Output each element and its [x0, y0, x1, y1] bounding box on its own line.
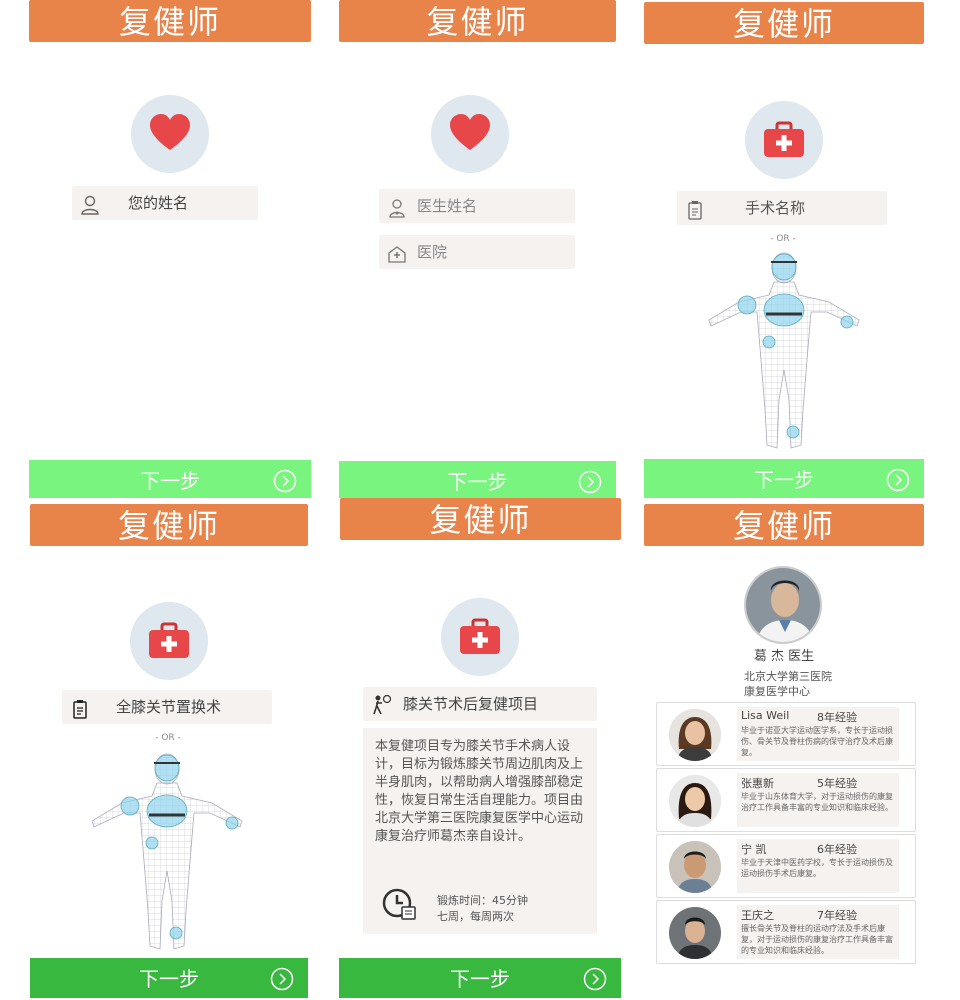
- hospital-icon: [387, 242, 407, 276]
- therapist-info: 张惠新 5年经验 毕业于山东体育大学，对于运动损伤的康复治疗工作具备丰富的专业知…: [737, 773, 899, 827]
- therapist-card[interactable]: 王庆之 7年经验 擅长骨关节及脊柱的运动疗法及手术后康复，对于运动损伤的康复治疗…: [656, 900, 916, 964]
- therapist-bio: 毕业于山东体育大学，对于运动损伤的康复治疗工作具备丰富的专业知识和临床经验。: [741, 792, 893, 812]
- therapist-card[interactable]: Lisa Weil 8年经验 毕业于诺亚大学运动医学系，专长于运动损伤、骨关节及…: [656, 702, 916, 766]
- exercise-schedule: 七周，每周两次: [437, 910, 514, 923]
- heart-icon: [150, 114, 190, 150]
- therapist-card[interactable]: 张惠新 5年经验 毕业于山东体育大学，对于运动损伤的康复治疗工作具备丰富的专业知…: [656, 768, 916, 832]
- medkit-circle: [745, 101, 823, 179]
- name-input[interactable]: 您的姓名: [128, 186, 188, 220]
- screen-doctor: 复健师 医生姓名 医院 下一步: [339, 0, 621, 498]
- main-doctor-department: 康复医学中心: [744, 685, 810, 698]
- therapist-bio: 毕业于诺亚大学运动医学系，专长于运动损伤、骨关节及脊柱伤病的保守治疗及术后康复。: [741, 726, 893, 757]
- surgery-field[interactable]: 全膝关节置换术: [62, 690, 272, 724]
- screen-surgery: 复健师 手术名称 - OR - 下一步: [643, 0, 925, 498]
- project-description-card: 本复健项目专为膝关节手术病人设计，目标为锻炼膝关节周边肌肉及上半身肌肉，以帮助病…: [363, 728, 597, 934]
- doctor-icon: [387, 196, 407, 230]
- clipboard-icon: [685, 198, 705, 232]
- surgery-field[interactable]: 手术名称: [677, 191, 887, 225]
- surgery-input[interactable]: 全膝关节置换术: [116, 690, 221, 724]
- screen-project: 复健师 膝关节术后复健项目 本复健项目专为膝关节手术病人设计，目标为锻炼膝关节周…: [339, 498, 621, 1000]
- medkit-circle: [441, 598, 519, 676]
- next-label: 下一步: [139, 967, 199, 991]
- main-doctor-name: 葛 杰 医生: [753, 649, 815, 664]
- next-label: 下一步: [447, 470, 508, 494]
- heart-circle: [131, 95, 209, 173]
- therapist-info: 宁 凯 6年经验 毕业于天津中医药学校，专长于运动损伤及运动损伤手术后康复。: [737, 839, 899, 893]
- therapist-info: Lisa Weil 8年经验 毕业于诺亚大学运动医学系，专长于运动损伤、骨关节及…: [737, 707, 899, 761]
- app-title: 复健师: [644, 2, 924, 44]
- doctor-input[interactable]: 医生姓名: [417, 189, 477, 223]
- chevron-right-icon: [273, 469, 297, 493]
- next-label: 下一步: [754, 468, 814, 492]
- chevron-right-icon: [886, 468, 910, 492]
- therapist-info: 王庆之 7年经验 擅长骨关节及脊柱的运动疗法及手术后康复，对于运动损伤的康复治疗…: [737, 905, 899, 959]
- body-figure[interactable]: [82, 751, 252, 956]
- doctor-portrait: [746, 568, 820, 642]
- hospital-field[interactable]: 医院: [379, 235, 575, 269]
- therapist-experience: 5年经验: [817, 777, 857, 790]
- app-title: 复健师: [644, 504, 924, 546]
- therapist-name: Lisa Weil: [741, 709, 790, 722]
- medkit-icon: [460, 618, 500, 654]
- app-title: 复健师: [29, 0, 311, 42]
- next-label: 下一步: [140, 469, 200, 493]
- next-button[interactable]: 下一步: [29, 460, 311, 498]
- avatar: [669, 709, 721, 761]
- therapist-card[interactable]: 宁 凯 6年经验 毕业于天津中医药学校，专长于运动损伤及运动损伤手术后康复。: [656, 834, 916, 898]
- app-title: 复健师: [30, 504, 308, 546]
- clipboard-icon: [70, 697, 90, 731]
- rehab-icon: [371, 694, 393, 728]
- app-title: 复健师: [340, 498, 621, 540]
- chevron-right-icon: [270, 967, 294, 991]
- chevron-right-icon: [583, 967, 607, 991]
- project-description: 本复健项目专为膝关节手术病人设计，目标为锻炼膝关节周边肌肉及上半身肌肉，以帮助病…: [375, 739, 584, 844]
- medkit-icon: [149, 622, 189, 658]
- or-divider: - OR -: [155, 733, 181, 743]
- avatar: [669, 907, 721, 959]
- project-title: 膝关节术后复健项目: [403, 695, 539, 713]
- name-field[interactable]: 您的姓名: [72, 186, 258, 220]
- surgery-input[interactable]: 手术名称: [745, 191, 805, 225]
- therapist-name: 张惠新: [741, 777, 774, 790]
- next-button[interactable]: 下一步: [30, 958, 308, 998]
- therapist-name: 宁 凯: [741, 843, 767, 856]
- therapist-bio: 擅长骨关节及脊柱的运动疗法及手术后康复，对于运动损伤的康复治疗工作具备丰富的专业…: [741, 924, 893, 955]
- therapist-name: 王庆之: [741, 909, 774, 922]
- project-title-field: 膝关节术后复健项目: [363, 687, 597, 721]
- main-doctor-avatar[interactable]: [744, 566, 822, 644]
- app-title: 复健师: [339, 0, 616, 42]
- therapist-experience: 6年经验: [817, 843, 857, 856]
- user-icon: [80, 193, 100, 227]
- body-figure[interactable]: [699, 250, 869, 455]
- screen-surgery-selected: 复健师 全膝关节置换术 - OR - 下一步: [30, 502, 312, 1000]
- next-label: 下一步: [450, 967, 510, 991]
- main-doctor-hospital: 北京大学第三医院: [744, 670, 832, 683]
- or-divider: - OR -: [770, 234, 796, 244]
- hospital-input[interactable]: 医院: [417, 235, 447, 269]
- heart-icon: [450, 114, 490, 150]
- therapist-experience: 7年经验: [817, 909, 857, 922]
- clock-calendar-icon: [382, 888, 416, 920]
- avatar: [669, 775, 721, 827]
- therapist-experience: 8年经验: [817, 711, 857, 724]
- medkit-circle: [130, 602, 208, 680]
- avatar: [669, 841, 721, 893]
- medkit-icon: [764, 121, 804, 157]
- next-button[interactable]: 下一步: [339, 958, 621, 998]
- next-button[interactable]: 下一步: [644, 459, 924, 498]
- next-button[interactable]: 下一步: [339, 461, 616, 498]
- screen-name: 复健师 您的姓名 下一步: [29, 0, 311, 498]
- chevron-right-icon: [578, 470, 602, 494]
- doctor-field[interactable]: 医生姓名: [379, 189, 575, 223]
- heart-circle: [431, 95, 509, 173]
- therapist-bio: 毕业于天津中医药学校，专长于运动损伤及运动损伤手术后康复。: [741, 858, 893, 878]
